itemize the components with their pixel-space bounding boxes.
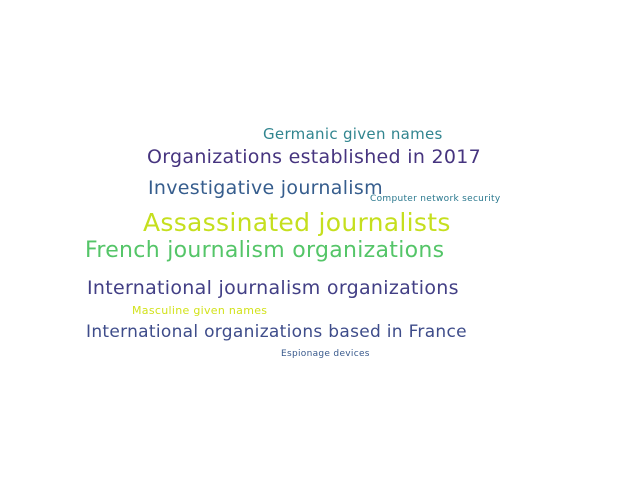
- word-masculine-given-names: Masculine given names: [132, 304, 268, 317]
- word-international-journalism-organizations: International journalism organizations: [87, 277, 459, 299]
- word-french-journalism-organizations: French journalism organizations: [85, 238, 445, 263]
- word-organizations-established-2017: Organizations established in 2017: [147, 146, 482, 168]
- word-assassinated-journalists: Assassinated journalists: [143, 208, 451, 237]
- word-international-organizations-france: International organizations based in Fra…: [86, 322, 467, 342]
- word-investigative-journalism: Investigative journalism: [148, 177, 383, 199]
- word-espionage-devices: Espionage devices: [281, 349, 370, 359]
- word-computer-network-security: Computer network security: [370, 194, 501, 204]
- word-cloud: Germanic given names Organizations estab…: [0, 0, 640, 480]
- word-germanic-given-names: Germanic given names: [263, 125, 443, 143]
